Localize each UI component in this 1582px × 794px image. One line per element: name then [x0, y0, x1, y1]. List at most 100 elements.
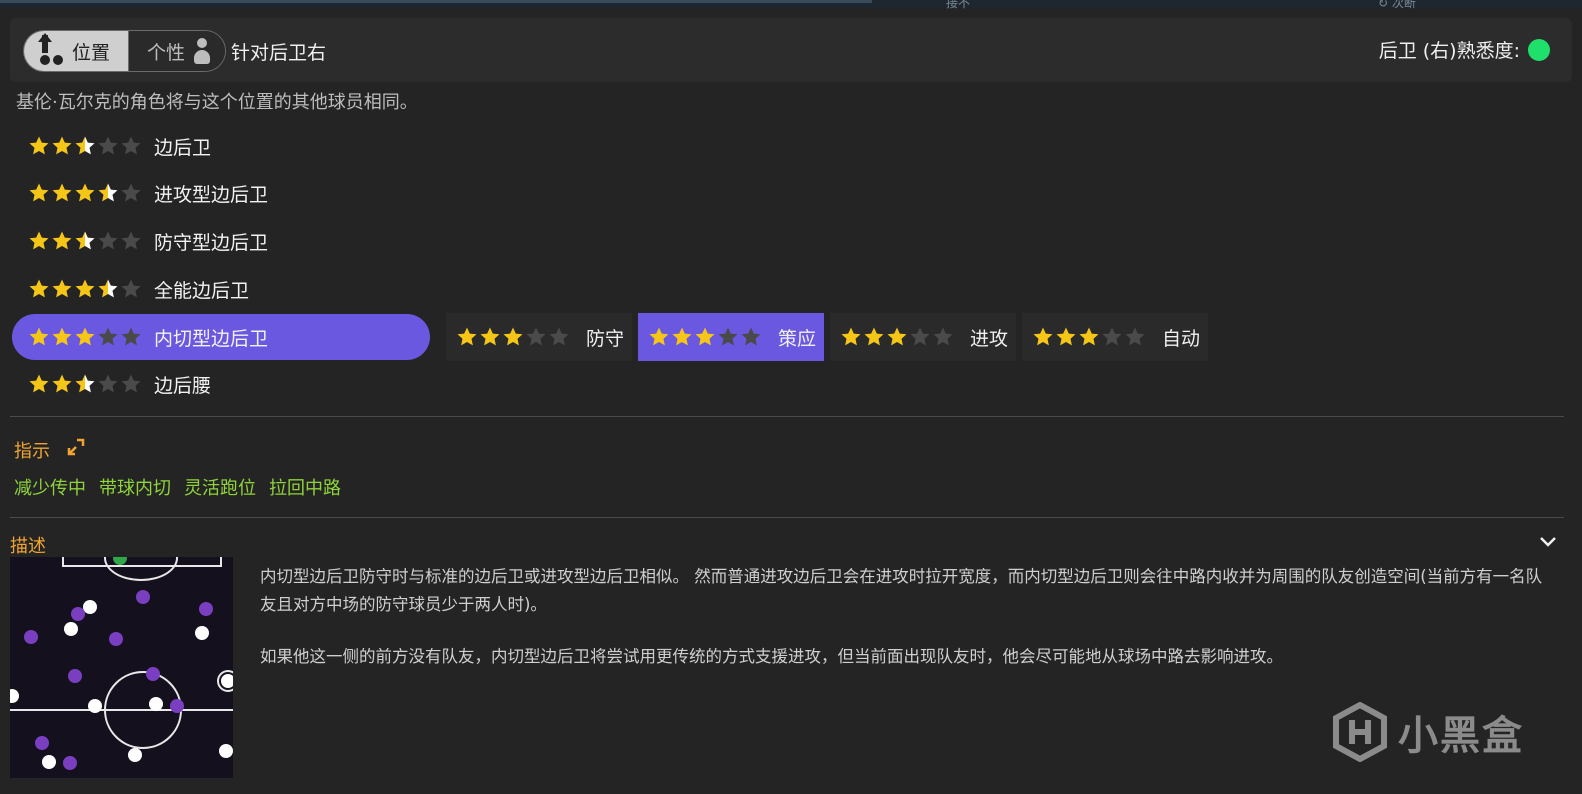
watermark: 小黑盒 — [1332, 702, 1524, 762]
pitch-line — [220, 557, 222, 567]
star-empty-icon — [98, 136, 118, 155]
star-full-icon — [75, 183, 95, 202]
star-empty-icon — [98, 231, 118, 250]
star-empty-icon — [549, 327, 569, 346]
instruction-link[interactable]: 减少传中 — [14, 474, 86, 500]
star-half-icon — [75, 374, 95, 393]
star-full-icon — [75, 279, 95, 298]
star-full-icon — [649, 327, 669, 346]
top-fragment-left: 接不 — [946, 0, 971, 10]
person-icon — [193, 38, 211, 64]
star-full-icon — [1056, 327, 1076, 346]
star-half-icon — [98, 183, 118, 202]
position-icon — [38, 33, 64, 67]
star-full-icon — [29, 327, 49, 346]
star-full-icon — [52, 231, 72, 250]
instruction-link[interactable]: 带球内切 — [99, 474, 171, 500]
star-empty-icon — [121, 136, 141, 155]
star-rating — [840, 326, 954, 348]
duty-option[interactable]: 策应 — [638, 313, 825, 361]
star-full-icon — [29, 231, 49, 250]
star-rating — [28, 135, 142, 157]
role-name: 防守型边后卫 — [154, 231, 269, 254]
star-full-icon — [695, 327, 715, 346]
player-teammate — [88, 699, 102, 713]
expand-icon[interactable] — [67, 438, 85, 456]
role-item[interactable]: 边后腰 — [12, 361, 430, 407]
role-name: 边后腰 — [154, 374, 212, 397]
role-item[interactable]: 进攻型边后卫 — [12, 170, 430, 216]
tab-position[interactable]: 位置 — [24, 31, 129, 71]
star-full-icon — [52, 136, 72, 155]
instruction-link[interactable]: 灵活跑位 — [184, 474, 256, 500]
player-opponent — [71, 607, 85, 621]
player-opponent — [24, 630, 38, 644]
familiarity-dot-icon — [1528, 38, 1550, 61]
player-opponent — [199, 602, 213, 616]
duty-option[interactable]: 进攻 — [830, 313, 1017, 361]
role-item[interactable]: 全能边后卫 — [12, 266, 430, 312]
watermark-text: 小黑盒 — [1398, 713, 1524, 759]
star-half-icon — [98, 279, 118, 298]
star-empty-icon — [121, 231, 141, 250]
description-paragraph-2: 如果他这一侧的前方没有队友，内切型边后卫将尝试用更传统的方式支援进攻，但当前面出… — [260, 647, 1283, 666]
star-full-icon — [1079, 327, 1099, 346]
star-half-icon — [75, 136, 95, 155]
duty-name: 防守 — [586, 327, 625, 350]
top-strip: 接不 ↻ 次断 — [0, 0, 1582, 10]
star-full-icon — [887, 327, 907, 346]
tab-position-label: 位置 — [72, 41, 111, 64]
tab-personality-label: 个性 — [147, 41, 186, 64]
instruction-link[interactable]: 拉回中路 — [269, 474, 341, 500]
chevron-down-icon[interactable] — [1538, 533, 1558, 551]
star-rating — [456, 326, 570, 348]
star-empty-icon — [98, 374, 118, 393]
duty-option[interactable]: 防守 — [446, 313, 633, 361]
star-rating — [28, 278, 142, 300]
view-toggle: 位置 个性 — [23, 30, 227, 72]
role-item[interactable]: 防守型边后卫 — [12, 218, 430, 264]
player-teammate — [219, 744, 233, 758]
scroll-track — [0, 0, 872, 3]
role-item[interactable]: 内切型边后卫 — [12, 314, 430, 360]
star-full-icon — [864, 327, 884, 346]
watermark-logo-icon — [1333, 702, 1387, 762]
familiarity-label: 后卫 (右)熟悉度: — [1378, 40, 1520, 62]
star-rating — [28, 182, 142, 204]
star-full-icon — [457, 327, 477, 346]
tab-personality[interactable]: 个性 — [128, 31, 226, 71]
description-paragraph-1: 内切型边后卫防守时与标准的边后卫或进攻型边后卫相似。 然而普通进攻边后卫会在进攻… — [260, 567, 1543, 614]
star-full-icon — [29, 183, 49, 202]
star-empty-icon — [1102, 327, 1122, 346]
role-name: 进攻型边后卫 — [154, 183, 269, 206]
star-empty-icon — [121, 279, 141, 298]
role-item[interactable]: 边后卫 — [12, 123, 430, 169]
player-opponent — [136, 590, 150, 604]
duty-name: 自动 — [1162, 327, 1201, 350]
player-selected — [219, 672, 233, 690]
star-empty-icon — [98, 327, 118, 346]
player-opponent — [35, 736, 49, 750]
star-full-icon — [1033, 327, 1053, 346]
player-opponent — [109, 632, 123, 646]
description-title: 描述 — [10, 536, 46, 557]
star-half-icon — [75, 231, 95, 250]
player-opponent — [63, 756, 77, 770]
divider-description — [10, 517, 1564, 518]
role-pitch-diagram — [10, 557, 233, 778]
player-teammate — [128, 748, 142, 762]
star-full-icon — [841, 327, 861, 346]
star-full-icon — [52, 327, 72, 346]
star-full-icon — [52, 374, 72, 393]
star-full-icon — [672, 327, 692, 346]
role-name: 内切型边后卫 — [154, 327, 269, 350]
player-opponent — [170, 699, 184, 713]
player-teammate — [149, 697, 163, 711]
star-empty-icon — [1125, 327, 1145, 346]
duty-option[interactable]: 自动 — [1022, 313, 1209, 361]
star-empty-icon — [910, 327, 930, 346]
player-teammate — [10, 689, 19, 703]
role-description: 内切型边后卫防守时与标准的边后卫或进攻型边后卫相似。 然而普通进攻边后卫会在进攻… — [260, 563, 1550, 671]
duty-name: 策应 — [778, 327, 817, 350]
target-position-label: 针对后卫右 — [231, 42, 327, 64]
